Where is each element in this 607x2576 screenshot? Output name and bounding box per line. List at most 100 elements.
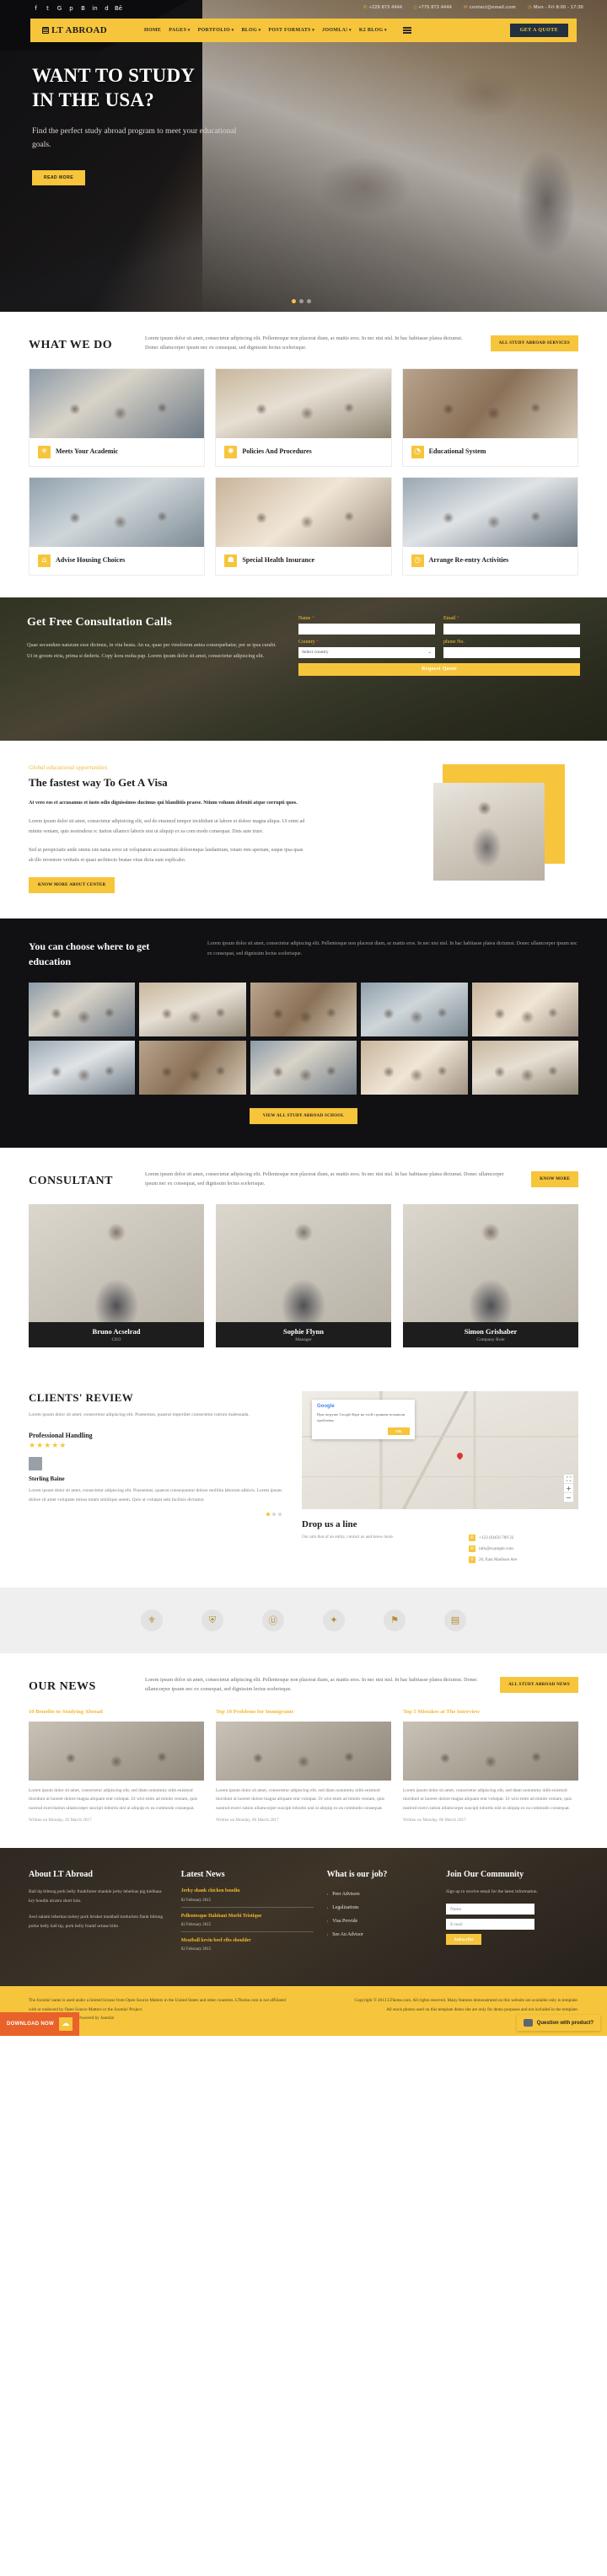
hamburger-menu-icon[interactable] [402, 27, 411, 34]
linkedin-icon[interactable]: in [91, 5, 99, 13]
service-card[interactable]: ◔ Educational System [401, 367, 578, 467]
name-input[interactable] [298, 623, 435, 635]
news-item[interactable]: Top 10 Problems for Immigrants Lorem ips… [216, 1708, 391, 1823]
consultant-know-more-button[interactable]: KNOW MORE [531, 1170, 578, 1187]
map-popup-ok-button[interactable]: OK [388, 1427, 410, 1435]
service-card[interactable]: ✳ Meets Your Academic [29, 367, 206, 467]
phone-1[interactable]: ✆ +228 873 4444 [363, 5, 402, 10]
footer-job-link[interactable]: › Legalizations [327, 1901, 433, 1915]
footer-news-link[interactable]: Jerky shank chicken boudin [181, 1888, 314, 1895]
footer-news-link[interactable]: Meatball kevin beef ribs shoulder [181, 1937, 314, 1945]
hero-dot-1[interactable] [291, 299, 296, 303]
team-member-card[interactable]: Bruno Acselrad CEO [29, 1203, 204, 1347]
gallery-tile[interactable] [139, 982, 246, 1036]
behance-icon[interactable]: Bē [115, 5, 122, 13]
hero-dot-2[interactable] [298, 299, 304, 303]
phone-2[interactable]: ▯ +775 873 4444 [414, 5, 452, 10]
gallery-tile[interactable] [361, 1040, 468, 1095]
email-address[interactable]: ✉ contact@email.com [464, 5, 516, 10]
nav-item-pages[interactable]: PAGES ▾ [169, 28, 190, 33]
subscribe-email-input[interactable]: E-mail [446, 1919, 535, 1931]
review-slider-dots[interactable] [29, 1513, 282, 1517]
site-logo[interactable]: LT ABROAD [42, 25, 107, 35]
page-root: f t G p B in d Bē ✆ +228 873 4444 ▯ +775 8… [0, 0, 607, 2037]
nav-item-k2-blog[interactable]: K2 BLOG ▾ [359, 28, 387, 33]
chevron-down-icon: ▾ [257, 29, 261, 33]
gallery-tile[interactable] [250, 982, 357, 1036]
nav-item-portfolio[interactable]: PORTFOLIO ▾ [198, 28, 234, 33]
dribbble-icon[interactable]: d [103, 5, 110, 13]
footer-job-link[interactable]: › Visa Provide [327, 1915, 433, 1928]
subscribe-button[interactable]: Subscribe [446, 1934, 482, 1946]
review-dot-1[interactable] [266, 1513, 270, 1517]
gallery-tile[interactable] [361, 982, 468, 1036]
cloud-download-icon[interactable]: ☁ [58, 2017, 73, 2032]
hero-read-more-button[interactable]: READ MORE [32, 170, 86, 186]
service-card[interactable]: ☗ Special Health Insurance [215, 476, 392, 576]
phone-input[interactable] [443, 646, 580, 658]
partner-logo-6-icon[interactable]: ▤ [444, 1609, 466, 1631]
review-dot-2[interactable] [272, 1513, 276, 1517]
partner-logo-4-icon[interactable]: ✦ [323, 1609, 345, 1631]
nav-item-post-formats[interactable]: POST FORMATS ▾ [268, 28, 314, 33]
partner-logo-3-icon[interactable]: Ⓤ [262, 1609, 284, 1631]
gallery-tile[interactable] [29, 1040, 136, 1095]
nav-item-home[interactable]: HOME [144, 28, 161, 33]
visa-know-more-button[interactable]: KNOW MORE ABOUT CENTER [29, 876, 115, 893]
email-input[interactable] [443, 623, 580, 635]
team-member-card[interactable]: Sophie Flynn Manager [216, 1203, 391, 1347]
subscribe-name-input[interactable]: Name [446, 1904, 535, 1915]
gallery-tile[interactable] [29, 982, 136, 1036]
contact-email[interactable]: ✉ info@example.com [469, 1544, 578, 1555]
gallery-tile[interactable] [471, 1040, 578, 1095]
service-card[interactable]: ◷ Arrange Re-entry Activities [401, 476, 578, 576]
news-item-title[interactable]: Top 10 Problems for Immigrants [216, 1708, 391, 1716]
gallery-tile[interactable] [250, 1040, 357, 1095]
gallery-tile[interactable] [471, 982, 578, 1036]
get-a-quote-button[interactable]: GET A QUOTE [509, 24, 568, 37]
visa-eyebrow: Global educational opportunities [29, 763, 108, 771]
country-select[interactable]: Select country ⌄ [298, 646, 435, 658]
review-dot-3[interactable] [278, 1513, 282, 1517]
view-all-schools-button[interactable]: VIEW ALL STUDY ABROAD SCHOOL [250, 1107, 357, 1124]
download-now-badge[interactable]: DOWNLOAD NOW ☁ [0, 2012, 79, 2037]
twitter-icon[interactable]: t [44, 5, 51, 13]
hero-slider-dots[interactable] [291, 299, 311, 303]
footer-news-item[interactable]: Jerky shank chicken boudin 02 February 2… [180, 1888, 314, 1908]
partner-logo-2-icon[interactable]: ⛨ [201, 1609, 223, 1631]
map-zoom-out-button[interactable]: − [564, 1492, 573, 1502]
hero-dot-3[interactable] [306, 299, 311, 303]
map-zoom-controls[interactable]: ⛶ + − [564, 1474, 573, 1502]
google-plus-icon[interactable]: G [56, 5, 63, 13]
partner-logo-1-icon[interactable]: ⚜ [141, 1609, 163, 1631]
map-zoom-in-button[interactable]: + [564, 1483, 573, 1493]
contact-phone[interactable]: ✆ +123 (0)456 789 22 [469, 1533, 578, 1544]
footer-our-job-column: What is our job? › Peer Advisors › Legaliz… [327, 1870, 433, 1961]
request-quote-button[interactable]: Request Quote [298, 662, 580, 676]
footer-news-item[interactable]: Meatball kevin beef ribs shoulder 02 Feb… [181, 1937, 314, 1956]
all-services-button[interactable]: ALL STUDY ABROAD SERVICES [490, 335, 578, 351]
facebook-icon[interactable]: f [32, 5, 40, 13]
social-links[interactable]: f t G p B in d Bē [32, 5, 122, 13]
gallery-tile[interactable] [139, 1040, 246, 1095]
service-card[interactable]: ⌂ Advise Housing Choices [29, 476, 206, 576]
behance-alt-icon[interactable]: B [79, 5, 87, 13]
map-fullscreen-icon[interactable]: ⛶ [564, 1474, 573, 1484]
question-with-product-badge[interactable]: Question with product? [516, 2015, 600, 2032]
partner-logo-5-icon[interactable]: ⚑ [384, 1609, 406, 1631]
map-widget[interactable]: Google При загрузке Google Карт на этой … [302, 1390, 578, 1509]
news-item[interactable]: Top 5 Mistakes at The Interview Lorem ip… [403, 1708, 578, 1823]
all-news-button[interactable]: ALL STUDY ABROAD NEWS [500, 1676, 578, 1693]
nav-item-joomla[interactable]: JOOMLA! ▾ [322, 28, 352, 33]
team-member-card[interactable]: Simon Grishaber Company Role [403, 1203, 578, 1347]
news-item[interactable]: 10 Benefits to Studying Abroad Lorem ips… [29, 1708, 204, 1823]
pinterest-icon[interactable]: p [67, 5, 75, 13]
footer-job-link[interactable]: › Peer Advisors [327, 1888, 433, 1901]
footer-job-link[interactable]: › See An Advisor [327, 1928, 433, 1941]
footer-news-link[interactable]: Pellentesque Habitant Morbi Tristique [181, 1913, 314, 1920]
news-item-title[interactable]: Top 5 Mistakes at The Interview [403, 1708, 578, 1716]
news-item-title[interactable]: 10 Benefits to Studying Abroad [29, 1708, 204, 1716]
nav-item-blog[interactable]: BLOG ▾ [242, 28, 261, 33]
footer-news-item[interactable]: Pellentesque Habitant Morbi Tristique 02… [180, 1913, 314, 1932]
service-card[interactable]: ✺ Policies And Procedures [215, 367, 392, 467]
